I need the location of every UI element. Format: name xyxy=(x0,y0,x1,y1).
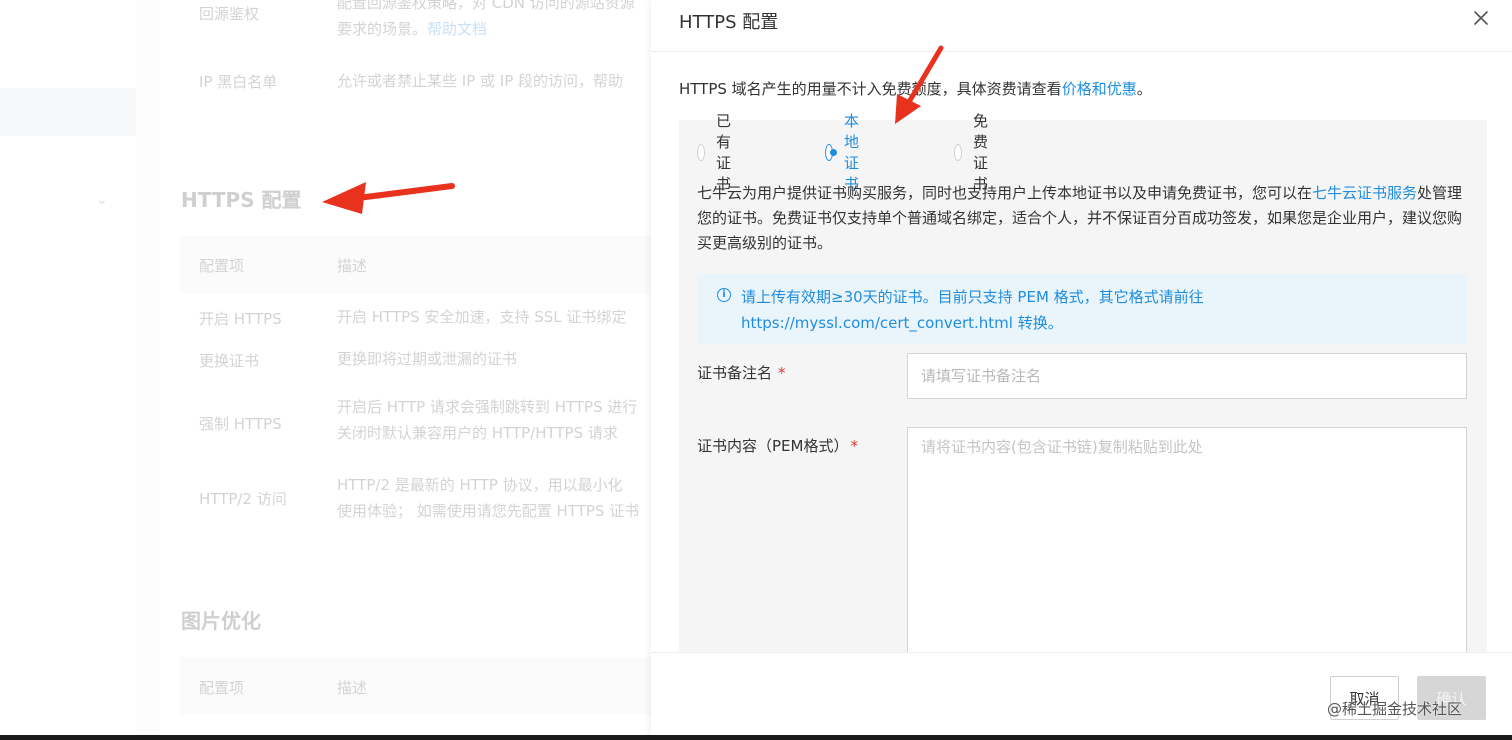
annotation-arrow-icon xyxy=(322,182,455,214)
pricing-notice-end: 。 xyxy=(1136,80,1152,98)
radio-button-checked[interactable] xyxy=(825,143,837,161)
drawer-title: HTTPS 配置 xyxy=(679,12,779,33)
pricing-link[interactable]: 价格和优惠 xyxy=(1062,80,1137,98)
close-icon[interactable] xyxy=(1469,6,1493,30)
radio-button[interactable] xyxy=(954,143,962,161)
cert-content-label-text: 证书内容（PEM格式） xyxy=(697,437,849,455)
drawer-header: HTTPS 配置 xyxy=(651,0,1512,52)
cert-name-label: 证书备注名 * xyxy=(697,362,786,383)
radio-free-cert[interactable]: 免费证书 xyxy=(954,112,997,193)
cert-service-link[interactable]: 七牛云证书服务 xyxy=(1312,184,1417,202)
notice-line: 请上传有效期≥30天的证书。目前只支持 PEM 格式，其它格式请前往 xyxy=(741,288,1204,306)
description-text: 七牛云为用户提供证书购买服务，同时也支持用户上传本地证书以及申请免费证书，您可以… xyxy=(697,184,1313,202)
cert-content-textarea[interactable] xyxy=(907,427,1467,660)
pem-format-notice: i 请上传有效期≥30天的证书。目前只支持 PEM 格式，其它格式请前往 htt… xyxy=(697,274,1467,344)
watermark: @稀土掘金技术社区 xyxy=(1327,700,1463,718)
certificate-panel: 已有证书 本地证书 免费证书 七牛云为用户提供证书购买服务，同时也支持用户上传本… xyxy=(679,112,1487,660)
annotation-arrow-icon xyxy=(895,45,944,124)
pricing-notice-text: HTTPS 域名产生的用量不计入免费额度，具体资费请查看 xyxy=(679,80,1062,98)
required-mark: * xyxy=(778,364,786,382)
cert-name-label-text: 证书备注名 xyxy=(697,364,773,382)
radio-local-cert[interactable]: 本地证书 xyxy=(825,112,868,193)
certificate-description: 七牛云为用户提供证书购买服务，同时也支持用户上传本地证书以及申请免费证书，您可以… xyxy=(697,181,1467,256)
drawer-footer: 取消 确认 @稀土掘金技术社区 xyxy=(651,652,1512,740)
radio-existing-cert[interactable]: 已有证书 xyxy=(697,112,740,193)
https-config-drawer: HTTPS 配置 HTTPS 域名产生的用量不计入免费额度，具体资费请查看价格和… xyxy=(651,0,1512,740)
cert-content-label: 证书内容（PEM格式） * xyxy=(697,435,858,456)
info-icon: i xyxy=(717,288,731,302)
cert-name-input[interactable] xyxy=(907,353,1467,399)
modal-overlay[interactable] xyxy=(0,0,651,740)
required-mark: * xyxy=(850,437,858,455)
notice-text: 请上传有效期≥30天的证书。目前只支持 PEM 格式，其它格式请前往 https… xyxy=(741,284,1461,336)
radio-button[interactable] xyxy=(697,143,705,161)
os-taskbar xyxy=(0,735,1512,740)
notice-line: https://myssl.com/cert_convert.html 转换。 xyxy=(741,314,1063,332)
